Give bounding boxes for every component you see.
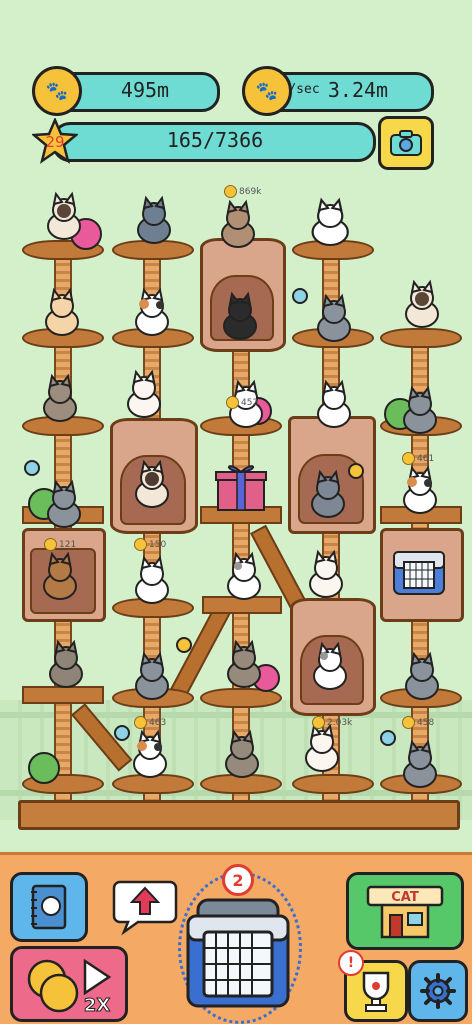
coin-earned-badge[interactable]: 121 bbox=[44, 538, 76, 551]
coin-icon bbox=[134, 538, 147, 551]
cat-orange-white[interactable] bbox=[40, 289, 84, 340]
cat-shop-button[interactable]: CAT bbox=[346, 872, 464, 950]
paw-trophy-icon bbox=[362, 971, 390, 1012]
income-rate-unit: /sec bbox=[288, 82, 320, 97]
level-star-icon: 29 bbox=[32, 118, 78, 164]
cat-tabby[interactable] bbox=[216, 201, 260, 252]
paw-coin-icon: 🐾 bbox=[242, 66, 292, 116]
cat-shop-icon: CAT bbox=[366, 885, 444, 939]
coin-boost-video-icon: 2X bbox=[27, 958, 112, 1015]
cat-ragdoll[interactable] bbox=[300, 725, 356, 782]
cat-grey[interactable] bbox=[132, 197, 176, 248]
cat-carrier-button[interactable] bbox=[184, 892, 292, 1010]
cat-white[interactable] bbox=[130, 557, 174, 608]
cat-siamese[interactable] bbox=[42, 193, 86, 244]
cat-calico[interactable] bbox=[130, 289, 174, 340]
cat-ragdoll[interactable] bbox=[304, 551, 354, 606]
camera-icon bbox=[390, 130, 422, 156]
paw-coin-icon: 🐾 bbox=[32, 66, 82, 116]
cat-album-icon bbox=[31, 884, 67, 930]
yarn-ball-icon bbox=[28, 752, 60, 784]
gift-box-icon[interactable] bbox=[214, 460, 268, 512]
coin-earned-badge[interactable]: 463 bbox=[134, 716, 166, 729]
cat-tabby[interactable] bbox=[44, 641, 88, 696]
cat-birman[interactable] bbox=[130, 461, 174, 516]
cat-black[interactable] bbox=[218, 293, 262, 344]
cat-grey[interactable] bbox=[398, 741, 442, 788]
coin-icon bbox=[402, 452, 415, 465]
coin-earned-badge[interactable]: 458 bbox=[402, 716, 434, 729]
boost-multiplier-text: 2X bbox=[84, 995, 111, 1015]
game-screen: 🐾 495m 🐾 /sec 3.24m 29 165/7366 869k 452… bbox=[0, 0, 472, 1024]
coin-icon bbox=[44, 538, 57, 551]
cat-grey-sleeping[interactable] bbox=[306, 471, 356, 522]
level-progress-text: 165/7366 bbox=[166, 128, 264, 152]
cat-tabby[interactable] bbox=[220, 731, 264, 786]
cat-brown-tabby[interactable] bbox=[38, 553, 88, 610]
hanging-toy-icon bbox=[292, 288, 308, 304]
cat-grey[interactable] bbox=[400, 653, 444, 704]
hanging-toy-icon bbox=[380, 730, 396, 746]
cat-persian-white[interactable] bbox=[306, 198, 356, 250]
cat-tabby[interactable] bbox=[222, 641, 266, 696]
income-rate-text: 3.24m bbox=[327, 78, 389, 102]
coin-icon bbox=[402, 716, 415, 729]
coin-icon bbox=[224, 185, 237, 198]
cat-calico[interactable] bbox=[128, 731, 172, 786]
level-number: 29 bbox=[45, 133, 64, 151]
hanging-toy-icon bbox=[24, 460, 40, 476]
coin-earned-badge[interactable]: 452 bbox=[226, 396, 258, 409]
cat-calico[interactable] bbox=[398, 467, 442, 518]
cat-grey[interactable] bbox=[130, 653, 174, 704]
cat-scottish-fold[interactable] bbox=[222, 553, 272, 608]
settings-button[interactable] bbox=[408, 960, 468, 1022]
hanging-bell-icon bbox=[176, 637, 192, 653]
coin-icon bbox=[134, 716, 147, 729]
coin-icon bbox=[312, 716, 325, 729]
coin-earned-badge[interactable]: 869k bbox=[224, 185, 261, 198]
coin-icon bbox=[226, 396, 239, 409]
coin-earned-badge[interactable]: 2.03k bbox=[312, 716, 352, 729]
cat-tabby[interactable] bbox=[38, 375, 88, 426]
coins-total-text: 495m bbox=[120, 78, 170, 102]
ground-plank bbox=[18, 800, 460, 830]
cat-white[interactable] bbox=[312, 381, 356, 432]
coin-boost-button[interactable]: 2X bbox=[10, 946, 128, 1022]
gear-icon bbox=[420, 973, 456, 1009]
cat-carrier-icon[interactable] bbox=[392, 548, 446, 600]
alert-badge: ! bbox=[338, 950, 364, 976]
cat-grey[interactable] bbox=[398, 387, 442, 438]
cat-scottish-fold[interactable] bbox=[308, 643, 352, 700]
cat-album-button[interactable] bbox=[10, 872, 88, 942]
upgrade-button[interactable] bbox=[110, 876, 180, 936]
cat-ragdoll[interactable] bbox=[122, 371, 172, 422]
coin-earned-badge[interactable]: 461 bbox=[402, 452, 434, 465]
camera-button[interactable] bbox=[378, 116, 434, 170]
cat-grey[interactable] bbox=[312, 295, 356, 346]
cat-grey[interactable] bbox=[42, 481, 86, 528]
coin-earned-badge[interactable]: 150 bbox=[134, 538, 166, 551]
cat-siamese[interactable] bbox=[400, 281, 444, 332]
shop-sign-text: CAT bbox=[391, 890, 419, 905]
